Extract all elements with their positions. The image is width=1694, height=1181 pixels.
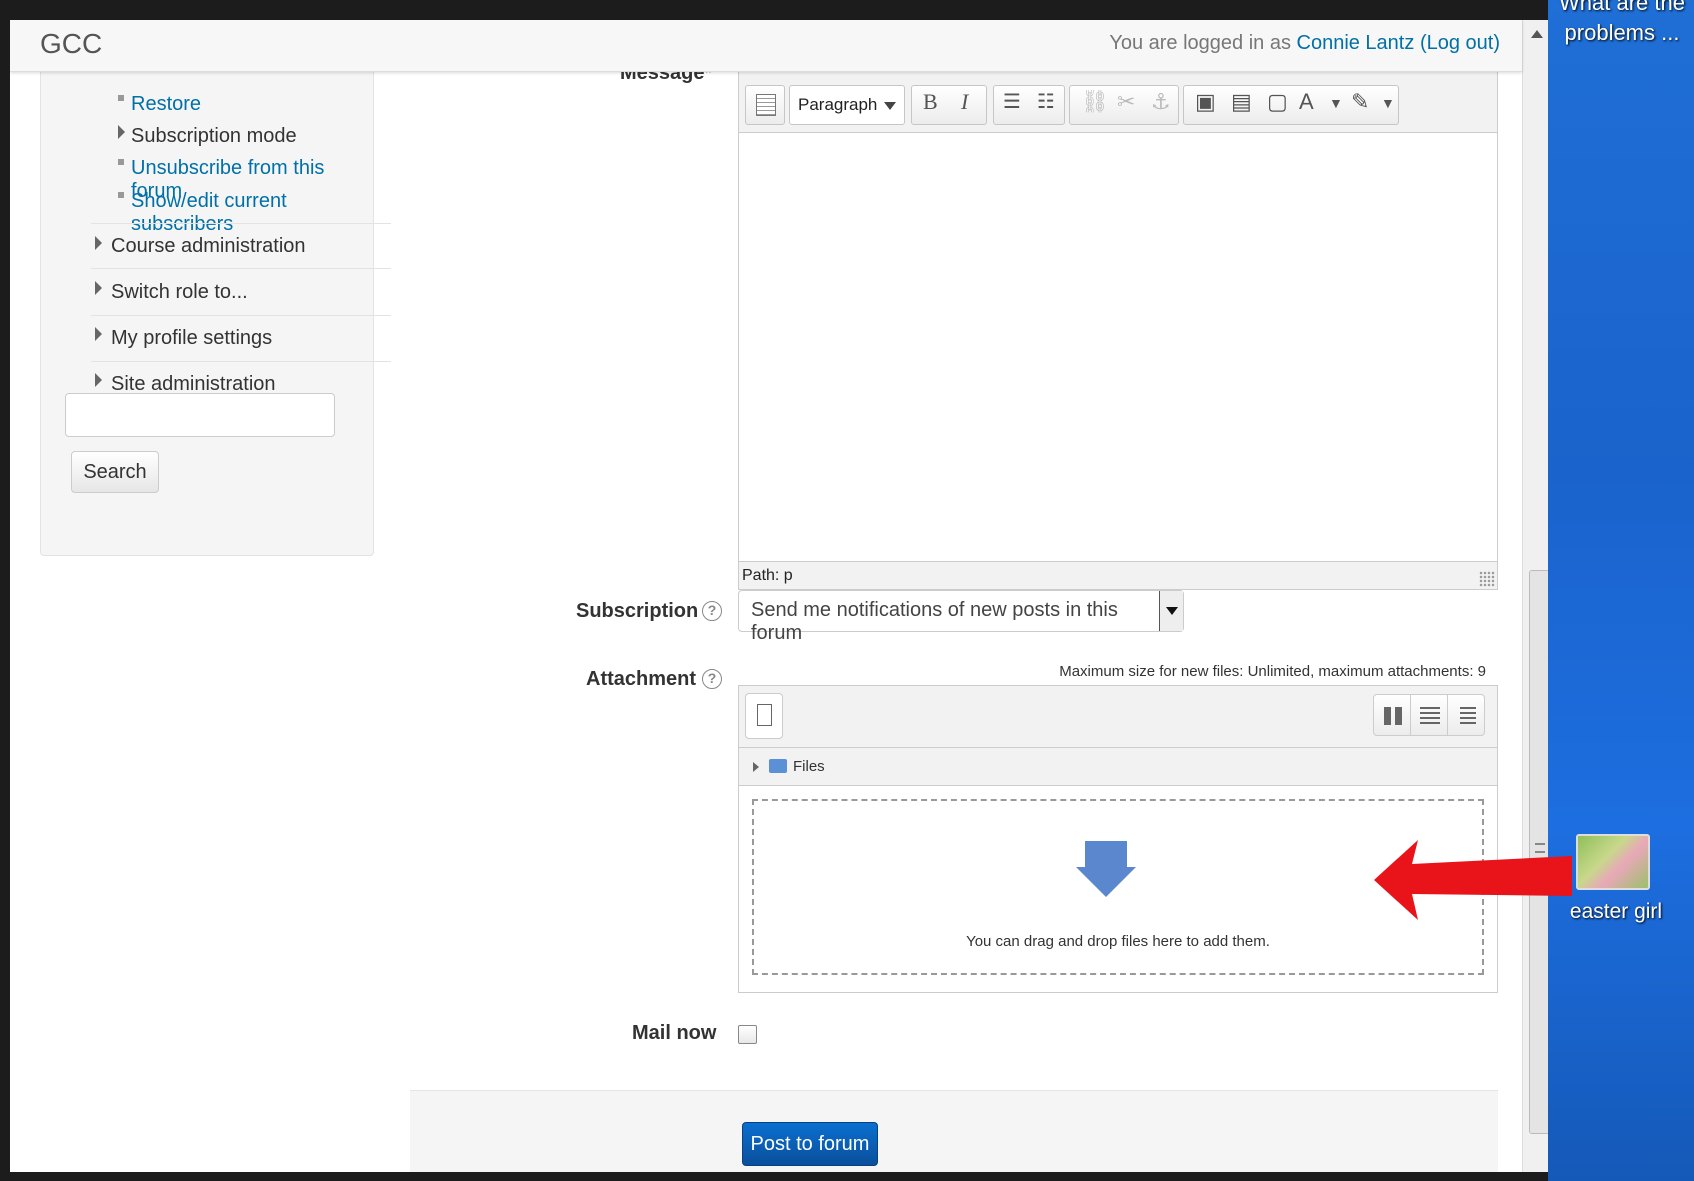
attachment-label: Attachment [586,668,697,690]
restore-link[interactable]: Restore [131,93,201,116]
profile-settings-node[interactable]: My profile settings [111,327,272,350]
image-file-icon[interactable] [1576,834,1650,890]
italic-icon[interactable]: I [961,89,968,115]
browser-window: GCC You are logged in as Connie Lantz (L… [10,20,1548,1172]
view-icons-button[interactable] [1373,694,1411,736]
bold-icon[interactable]: B [923,89,938,115]
chevron-down-icon[interactable]: ▼ [1381,95,1395,111]
subscription-value: Send me notifications of new posts in th… [751,599,1118,644]
media-icon[interactable]: ▤ [1231,89,1252,115]
add-file-icon [757,704,772,726]
show-subscribers-link[interactable]: Show/edit current subscribers [131,190,373,236]
anchor-icon[interactable]: ⚓ [1151,89,1171,115]
editor-toolbar: Paragraph B I ☰ ☷ ⛓ ✂ ⚓ ▣ ▤ ▢ A ▼ ✎ ▼ [739,71,1497,133]
file-manager-path: Files [739,748,1497,786]
desktop-background [1548,0,1694,1181]
collapsed-arrow-icon [95,327,102,341]
files-folder-label[interactable]: Files [793,758,825,775]
grid-icon [1384,707,1402,725]
tree-icon [1460,707,1476,725]
subscription-select[interactable]: Send me notifications of new posts in th… [738,590,1184,644]
collapsed-arrow-icon [95,281,102,295]
link-icon[interactable]: ⛓ [1081,89,1109,115]
chevron-down-icon[interactable] [1159,591,1183,631]
view-tree-button[interactable] [1447,694,1485,736]
collapsed-arrow-icon [95,373,102,387]
max-size-info: Maximum size for new files: Unlimited, m… [1059,663,1486,680]
chevron-down-icon[interactable]: ▼ [1329,95,1343,111]
drop-instructions: You can drag and drop files here to add … [966,933,1270,950]
administration-block: Restore Subscription mode Unsubscribe fr… [40,50,391,556]
numbered-list-icon[interactable]: ☷ [1037,89,1055,114]
help-icon[interactable]: ? [702,669,722,689]
logout-link[interactable]: (Log out) [1420,32,1500,54]
keyboard-icon [756,94,776,116]
chevron-down-icon [884,102,896,110]
desktop-top-text-line2: problems ... [1564,20,1680,45]
bullet-list-icon[interactable]: ☰ [1003,89,1021,114]
form-actions [410,1090,1498,1172]
drop-arrow-icon [1085,841,1127,869]
clear-format-icon[interactable]: ✎ [1351,89,1369,115]
bullet-icon [118,159,124,165]
resize-grip-icon[interactable] [1479,571,1495,587]
toolbar-toggle-button[interactable] [745,85,785,125]
collapsed-arrow-icon [95,236,102,250]
site-brand[interactable]: GCC [40,28,102,60]
mailnow-label: Mail now [632,1022,717,1044]
format-value: Paragraph [798,95,878,114]
divider [91,223,391,224]
divider [91,361,391,362]
bullet-icon [118,192,124,198]
add-file-button[interactable] [745,693,783,739]
unlink-icon[interactable]: ✂ [1117,89,1135,115]
subscription-label: Subscription [576,600,699,622]
subscription-mode-node[interactable]: Subscription mode [131,125,297,148]
course-administration-node[interactable]: Course administration [111,235,306,258]
expand-arrow-icon[interactable] [753,762,759,772]
desktop-icon-label-top[interactable]: What are the problems ... [1556,0,1688,48]
annotation-arrow-icon [1374,840,1572,920]
bullet-icon [118,95,124,101]
post-to-forum-button[interactable]: Post to forum [742,1122,878,1166]
search-button[interactable]: Search [71,451,159,493]
user-profile-link[interactable]: Connie Lantz [1297,32,1415,54]
login-info: You are logged in as Connie Lantz (Log o… [1109,32,1500,55]
paragraph-format-select[interactable]: Paragraph [789,85,905,125]
desktop-top-text-line1: What are the [1559,0,1685,15]
editor-path: Path: p [742,567,793,584]
desktop-icon-label[interactable]: easter girl [1556,900,1676,924]
scroll-up-arrow-icon[interactable] [1531,30,1543,38]
divider [91,268,391,269]
file-icon[interactable]: ▢ [1267,89,1288,115]
collapsed-arrow-icon [118,125,125,139]
drop-arrow-head-icon [1076,867,1136,897]
login-prefix: You are logged in as [1109,32,1297,54]
message-textarea[interactable] [739,133,1497,563]
admin-search-input[interactable] [65,393,335,437]
view-list-button[interactable] [1410,694,1448,736]
font-color-icon[interactable]: A [1299,89,1314,115]
folder-icon [769,759,787,773]
file-manager-toolbar [739,686,1497,748]
message-editor: Paragraph B I ☰ ☷ ⛓ ✂ ⚓ ▣ ▤ ▢ A ▼ ✎ ▼ Pa… [738,70,1498,590]
divider [91,315,391,316]
mailnow-checkbox[interactable] [738,1025,757,1044]
vertical-scrollbar[interactable] [1522,20,1548,1172]
help-icon[interactable]: ? [702,601,722,621]
image-icon[interactable]: ▣ [1195,89,1216,115]
navbar: GCC You are logged in as Connie Lantz (L… [10,20,1522,72]
file-manager: Files You can drag and drop files here t… [738,685,1498,993]
list-icon [1420,707,1440,725]
editor-statusbar: Path: p [739,561,1497,589]
switch-role-node[interactable]: Switch role to... [111,281,248,304]
